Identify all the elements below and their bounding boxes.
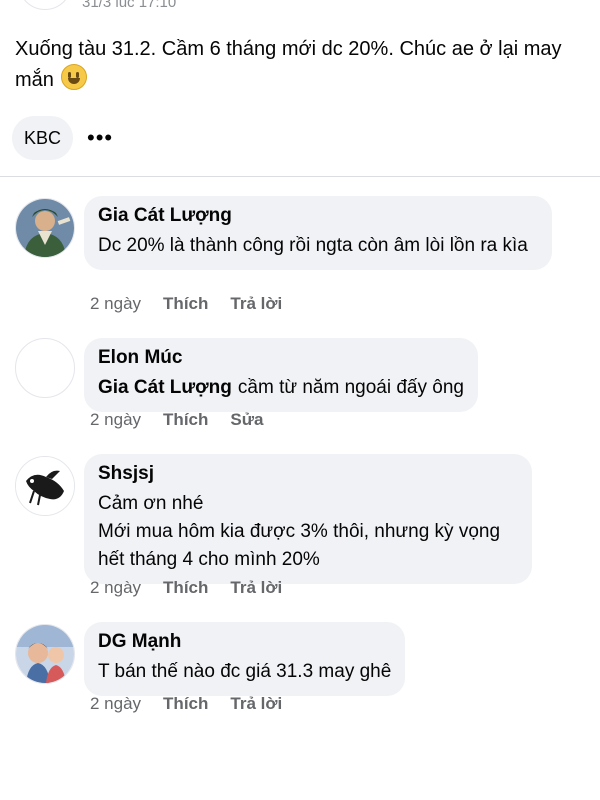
- bird-avatar-icon: [16, 457, 74, 515]
- comment-actions: 2 ngày Thích Trả lời: [90, 578, 304, 598]
- avatar[interactable]: [15, 338, 75, 398]
- comment-bubble: Gia Cát Lượng Dc 20% là thành công rồi n…: [84, 196, 552, 270]
- comment-bubble: Shsjsj Cảm ơn nhé Mới mua hôm kia được 3…: [84, 454, 532, 584]
- comment-bubble: DG Mạnh T bán thế nào đc giá 31.3 may gh…: [84, 622, 406, 696]
- reply-button[interactable]: Trả lời: [230, 578, 282, 598]
- tag-row: KBC •••: [12, 116, 113, 160]
- tag-chip-kbc[interactable]: KBC: [12, 116, 74, 160]
- avatar[interactable]: [15, 198, 75, 258]
- comment-actions: 2 ngày Thích Trả lời: [90, 294, 304, 314]
- post-text: Xuống tàu 31.2. Cầm 6 tháng mới dc 20%. …: [15, 34, 590, 95]
- comment-actions: 2 ngày Thích Sửa: [90, 410, 286, 430]
- comment-text-content: cầm từ năm ngoái đấy ông: [237, 377, 464, 398]
- avatar[interactable]: [15, 456, 75, 516]
- comment-author[interactable]: Shsjsj: [98, 462, 518, 486]
- comment-text: T bán thế nào đc giá 31.3 may ghê: [98, 661, 392, 682]
- more-options-button[interactable]: •••: [87, 116, 113, 160]
- divider: [0, 176, 600, 177]
- mention-link[interactable]: Gia Cát Lượng: [98, 377, 232, 398]
- reply-button[interactable]: Trả lời: [230, 694, 282, 714]
- grinning-face-emoji-icon: [61, 64, 88, 90]
- comment-author[interactable]: Gia Cát Lượng: [98, 204, 538, 228]
- comment-time[interactable]: 2 ngày: [90, 694, 141, 714]
- comment-time[interactable]: 2 ngày: [90, 294, 141, 314]
- like-button[interactable]: Thích: [163, 294, 208, 314]
- comment-bubble: Elon Múc Gia Cát Lượng cầm từ năm ngoái đ…: [84, 338, 478, 412]
- edit-button[interactable]: Sửa: [230, 410, 263, 430]
- comment-text: Mới mua hôm kia được 3% thôi, nhưng kỳ v…: [98, 521, 501, 570]
- avatar[interactable]: [15, 624, 75, 684]
- poster-avatar[interactable]: [18, 0, 72, 10]
- warrior-avatar-icon: [16, 199, 74, 257]
- comment-author[interactable]: Elon Múc: [98, 346, 464, 370]
- comment-actions: 2 ngày Thích Trả lời: [90, 694, 304, 714]
- comment-text: Gia Cát Lượng cầm từ năm ngoái đấy ông: [98, 374, 464, 402]
- post-timestamp[interactable]: 31/3 lúc 17:10: [82, 0, 176, 11]
- person-photo-avatar-icon: [16, 625, 74, 683]
- reply-button[interactable]: Trả lời: [230, 294, 282, 314]
- comment-time[interactable]: 2 ngày: [90, 410, 141, 430]
- comment-text: Dc 20% là thành công rồi ngta còn âm lòi…: [98, 235, 528, 256]
- like-button[interactable]: Thích: [163, 578, 208, 598]
- comment-time[interactable]: 2 ngày: [90, 578, 141, 598]
- like-button[interactable]: Thích: [163, 410, 208, 430]
- post-text-content: Xuống tàu 31.2. Cầm 6 tháng mới dc 20%. …: [15, 38, 562, 91]
- comment-author[interactable]: DG Mạnh: [98, 630, 391, 654]
- comment-text-line-1: Cảm ơn nhé: [98, 493, 204, 514]
- like-button[interactable]: Thích: [163, 694, 208, 714]
- post-header: 31/3 lúc 17:10: [0, 0, 600, 22]
